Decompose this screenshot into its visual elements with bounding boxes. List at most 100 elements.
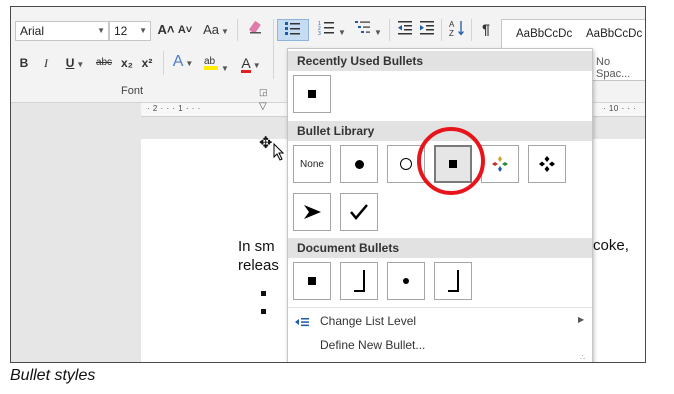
indent-marker-icon[interactable]: ▽	[259, 101, 267, 112]
font-size-value: 12	[114, 24, 128, 38]
ribbon-separator	[273, 19, 274, 79]
font-group-label: Font	[121, 85, 144, 97]
font-color-label: A	[241, 55, 251, 73]
dialog-launcher-icon[interactable]: ◲	[259, 87, 268, 98]
change-case-button[interactable]: Aa ▼	[201, 20, 231, 42]
chevron-down-icon[interactable]: ▼	[139, 26, 147, 35]
text-highlight-button[interactable]: ab ▼	[201, 53, 231, 75]
decrease-indent-icon	[398, 21, 412, 35]
svg-text:ab: ab	[204, 56, 216, 67]
document-bullet-option-corner-2[interactable]	[434, 262, 472, 300]
numbering-icon: 123	[318, 21, 335, 37]
chevron-down-icon: ▼	[220, 27, 229, 36]
style-normal-sample[interactable]: AaBbCcDc	[516, 28, 572, 40]
ruler-left-marks: · 2 · · · 1 · · ·	[147, 104, 201, 113]
bullets-icon	[285, 22, 300, 35]
strikethrough-button[interactable]: abc	[93, 53, 115, 75]
bullet-option-arrowhead[interactable]	[293, 193, 331, 231]
figure-caption: Bullet styles	[10, 367, 96, 384]
chevron-down-icon: ▼	[221, 64, 229, 73]
ribbon-separator	[441, 19, 442, 41]
document-bullet-option-corner[interactable]	[340, 262, 378, 300]
sort-button[interactable]: AZ	[447, 19, 467, 41]
chevron-down-icon[interactable]: ▼	[97, 26, 105, 35]
ribbon-separator	[389, 19, 390, 41]
square-bullet-icon	[308, 90, 316, 98]
underline-label: U	[65, 56, 75, 70]
bullet-option-diamond-cluster[interactable]	[528, 145, 566, 183]
recently-used-bullets-header: Recently Used Bullets	[288, 51, 592, 71]
bullet-option-none[interactable]: None	[293, 145, 331, 183]
highlighter-icon: ab	[204, 56, 219, 70]
diamond-cluster-bullet-icon	[539, 156, 555, 172]
font-name-box[interactable]: Arial ▼	[15, 21, 109, 41]
document-bullet-icon	[261, 291, 266, 296]
chevron-down-icon: ▼	[76, 60, 85, 69]
submenu-arrow-icon: ▶	[578, 315, 585, 324]
text-effects-button[interactable]: A ▼	[169, 52, 197, 74]
document-bullet-icon	[261, 309, 266, 314]
numbering-button[interactable]: 1 2 3 ▼	[315, 19, 349, 41]
move-cursor-icon: ✥	[259, 135, 273, 152]
body-line-1-left: In sm	[238, 238, 275, 255]
change-list-level-icon	[295, 318, 309, 327]
document-bullet-option-small-dot[interactable]	[387, 262, 425, 300]
sort-az-icon: AZ	[449, 20, 464, 38]
arrow-cursor-icon	[273, 143, 285, 161]
chevron-down-icon: ▼	[185, 59, 194, 68]
svg-text:3: 3	[318, 31, 321, 35]
increase-indent-icon	[420, 21, 434, 35]
body-line-2-left: releas	[238, 257, 279, 274]
grow-font-button[interactable]: A˄	[157, 20, 175, 42]
chevron-down-icon: ▼	[252, 61, 261, 70]
multilevel-list-button[interactable]: ▼	[351, 19, 385, 41]
ribbon-separator	[163, 51, 164, 75]
bullet-option-checkmark[interactable]	[340, 193, 378, 231]
decrease-indent-button[interactable]	[395, 19, 415, 41]
hollow-circle-bullet-icon	[400, 158, 412, 170]
change-list-level-menu-item[interactable]: Change List Level	[320, 314, 416, 328]
bullet-option-filled-circle[interactable]	[340, 145, 378, 183]
subscript-button[interactable]: x₂	[119, 53, 135, 75]
document-bullet-option-square[interactable]	[293, 262, 331, 300]
multilevel-list-icon	[355, 21, 371, 33]
style-no-spacing-sample[interactable]: AaBbCcDc	[586, 28, 642, 40]
bold-button[interactable]: B	[17, 53, 31, 75]
filled-circle-bullet-icon	[354, 159, 364, 169]
resize-grip-icon[interactable]: ∴	[580, 353, 585, 362]
italic-button[interactable]: I	[39, 53, 53, 75]
increase-indent-button[interactable]	[417, 19, 437, 41]
superscript-button[interactable]: x²	[139, 53, 155, 75]
highlight-circle-annotation	[417, 127, 485, 195]
underline-button[interactable]: U ▼	[61, 53, 89, 75]
square-bullet-icon	[308, 277, 316, 285]
chevron-down-icon: ▼	[338, 28, 346, 37]
document-bullets-header: Document Bullets	[288, 238, 592, 258]
checkmark-bullet-icon	[350, 204, 368, 220]
small-dot-bullet-icon	[403, 278, 409, 284]
bullets-button[interactable]	[277, 19, 309, 41]
ruler-right-marks: · 10 · · ·	[603, 104, 637, 113]
shrink-font-button[interactable]: A˅	[177, 20, 193, 42]
font-color-button[interactable]: A ▼	[237, 53, 265, 75]
show-formatting-marks-icon[interactable]: ¶	[477, 19, 495, 41]
bullets-dropdown-menu: Recently Used Bullets Bullet Library Non…	[287, 48, 593, 362]
clear-formatting-button[interactable]	[245, 20, 265, 42]
four-diamond-bullet-icon	[492, 156, 508, 172]
bullet-option-recent-square[interactable]	[293, 75, 331, 113]
svg-text:A: A	[449, 20, 455, 29]
menu-divider	[288, 307, 592, 308]
define-new-bullet-menu-item[interactable]: Define New Bullet...	[320, 338, 425, 352]
body-text-left: In sm releas	[238, 237, 279, 275]
chevron-down-icon: ▼	[374, 28, 382, 37]
corner-bullet-icon	[448, 270, 459, 292]
style-no-spacing-name: No Spac...	[596, 56, 631, 80]
arrowhead-bullet-icon	[304, 205, 321, 219]
font-size-box[interactable]: 12 ▼	[109, 21, 151, 41]
eraser-icon	[249, 21, 261, 34]
svg-text:Z: Z	[449, 29, 454, 37]
ribbon-separator	[471, 19, 472, 41]
bullet-none-label: None	[300, 158, 324, 170]
change-case-label: Aa	[203, 22, 219, 37]
word-window: Arial ▼ 12 ▼ A˄ A˅ Aa ▼ B I U ▼ abc x₂ x² …	[10, 6, 646, 363]
